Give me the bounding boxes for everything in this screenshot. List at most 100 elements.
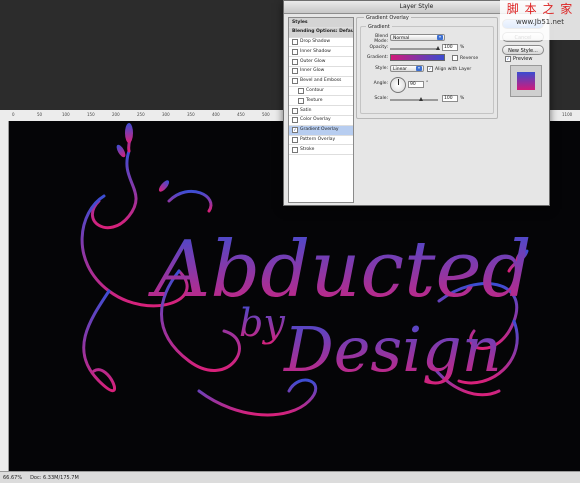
angle-wheel[interactable] — [390, 77, 406, 93]
style-item-checkbox[interactable] — [298, 87, 304, 94]
doc-size: Doc: 6.33M/175.7M — [30, 474, 79, 481]
preview-checkbox-box[interactable]: ✓ — [505, 56, 511, 62]
preview-swatch — [517, 72, 535, 90]
ruler-tick: 450 — [237, 112, 245, 117]
gradient-label: Gradient: — [366, 55, 388, 60]
style-item-label: Styles — [292, 19, 308, 25]
opacity-input[interactable]: 100 — [442, 44, 458, 51]
style-item[interactable]: Inner Glow — [289, 67, 353, 77]
style-item[interactable]: Bevel and Emboss — [289, 77, 353, 87]
scale-unit: % — [460, 96, 465, 101]
reverse-checkbox[interactable]: Reverse — [452, 55, 478, 61]
subsection-title: Gradient — [366, 24, 392, 30]
opacity-slider[interactable] — [390, 48, 438, 50]
style-item-checkbox[interactable] — [292, 58, 298, 65]
artwork-line2: by — [239, 301, 285, 345]
blend-mode-select[interactable]: Normal ▾ — [390, 34, 445, 41]
chevron-down-icon: ▾ — [437, 35, 443, 40]
ruler-tick: 200 — [112, 112, 120, 117]
style-item[interactable]: Texture — [289, 96, 353, 107]
style-item[interactable]: Drop Shadow — [289, 38, 353, 48]
angle-input[interactable]: 90 — [408, 81, 424, 88]
style-label: Style: — [375, 66, 388, 71]
style-item-label: Texture — [306, 97, 323, 103]
preview-label: Preview — [513, 56, 533, 62]
styles-list: Styles Blending Options: Default Drop Shad… — [288, 17, 354, 203]
blend-mode-value: Normal — [393, 36, 410, 41]
style-item-checkbox[interactable] — [292, 48, 298, 55]
style-value: Linear — [393, 67, 407, 72]
angle-hand-icon — [398, 79, 399, 85]
opacity-unit: % — [460, 45, 465, 50]
ruler-tick: 350 — [187, 112, 195, 117]
style-item-label: Bevel and Emboss — [300, 78, 342, 84]
style-item[interactable]: Contour — [289, 87, 353, 97]
style-item-label: Pattern Overlay — [300, 137, 336, 143]
watermark-url: www.Jb51.net — [516, 18, 564, 26]
style-preview — [510, 65, 542, 97]
align-checkbox-box[interactable]: ✓ — [427, 66, 433, 72]
style-item-checkbox[interactable] — [292, 117, 298, 124]
title-text: Abducted by Design — [148, 225, 532, 386]
opacity-slider-thumb[interactable] — [435, 46, 440, 50]
style-item-checkbox[interactable]: ✓ — [292, 127, 298, 134]
style-item-label: Inner Glow — [300, 68, 325, 74]
scale-input[interactable]: 100 — [442, 95, 458, 102]
ruler-tick: 500 — [262, 112, 270, 117]
scale-label: Scale: — [374, 96, 388, 101]
style-item[interactable]: ✓ Gradient Overlay — [289, 125, 353, 136]
status-bar: 66.67% Doc: 6.33M/175.7M — [0, 471, 580, 483]
reverse-checkbox-box[interactable] — [452, 55, 458, 61]
preview-checkbox[interactable]: ✓ Preview — [505, 56, 532, 62]
style-item-label: Blending Options: Default — [292, 29, 353, 35]
angle-label: Angle: — [373, 81, 388, 86]
style-item-label: Inner Shadow — [300, 48, 331, 54]
style-item[interactable]: Pattern Overlay — [289, 136, 353, 146]
ruler-tick: 150 — [87, 112, 95, 117]
style-item-label: Drop Shadow — [300, 39, 331, 45]
style-item[interactable]: Blending Options: Default — [289, 27, 353, 38]
align-with-layer-checkbox[interactable]: ✓ Align with Layer — [427, 66, 471, 72]
angle-unit: ° — [426, 81, 429, 86]
style-item[interactable]: Styles — [289, 18, 353, 28]
gradient-picker[interactable] — [390, 54, 445, 61]
ruler-tick: 0 — [12, 112, 15, 117]
opacity-label: Opacity: — [369, 45, 389, 50]
style-item-label: Contour — [306, 88, 324, 94]
style-item-checkbox[interactable] — [292, 146, 298, 153]
style-item-checkbox[interactable] — [292, 68, 298, 75]
vertical-ruler[interactable] — [0, 121, 9, 471]
zoom-level[interactable]: 66.67% — [3, 475, 22, 481]
section-title: Gradient Overlay — [364, 15, 411, 21]
style-item-checkbox[interactable] — [292, 38, 298, 45]
align-label: Align with Layer — [435, 66, 472, 72]
style-item-checkbox[interactable] — [298, 97, 304, 104]
style-item[interactable]: Inner Shadow — [289, 47, 353, 58]
chevron-down-icon: ▾ — [416, 66, 422, 71]
scale-slider-thumb[interactable] — [419, 97, 424, 101]
style-item[interactable]: Color Overlay — [289, 116, 353, 126]
style-item-checkbox[interactable] — [292, 107, 298, 114]
blend-mode-label: Blend Mode: — [374, 34, 388, 44]
style-item-label: Outer Glow — [300, 58, 326, 64]
artwork-line3: Design — [283, 313, 502, 386]
new-style-button[interactable]: New Style... — [502, 45, 544, 55]
style-select[interactable]: Linear ▾ — [390, 65, 424, 72]
site-watermark: 脚 本 之 家 www.Jb51.net — [500, 0, 580, 40]
ruler-tick: 100 — [62, 112, 70, 117]
style-item-label: Satin — [300, 107, 312, 113]
style-item-checkbox[interactable] — [292, 136, 298, 143]
ruler-tick: 300 — [162, 112, 170, 117]
watermark-title: 脚 本 之 家 — [506, 2, 574, 16]
ruler-tick: 1100 — [562, 112, 573, 117]
style-item-label: Gradient Overlay — [300, 127, 339, 133]
scale-slider[interactable] — [390, 99, 438, 101]
style-item[interactable]: Stroke — [289, 145, 353, 156]
artwork-line1: Abducted — [148, 225, 532, 315]
style-item[interactable]: Satin — [289, 106, 353, 116]
style-item-label: Color Overlay — [300, 117, 331, 123]
ruler-tick: 400 — [212, 112, 220, 117]
style-item[interactable]: Outer Glow — [289, 57, 353, 67]
reverse-label: Reverse — [460, 55, 479, 61]
style-item-checkbox[interactable] — [292, 78, 298, 85]
